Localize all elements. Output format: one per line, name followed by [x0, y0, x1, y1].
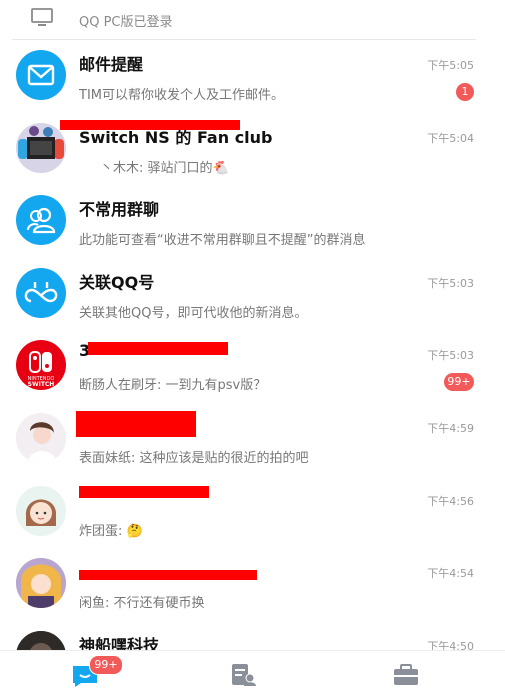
pc-status-text: QQ PC版已登录	[79, 15, 173, 30]
bottom-tab-bar: 99+	[0, 650, 505, 697]
contacts-icon	[232, 664, 256, 686]
messages-unread-badge: 99+	[89, 655, 123, 675]
conversation-title: 不常用群聊	[79, 200, 160, 220]
redaction-bar	[79, 570, 257, 581]
infinity-icon	[24, 281, 58, 302]
conversation-preview: 丶木木: 驿站门口的🐔	[100, 160, 229, 176]
conversation-list: 邮件提醒 下午5:05 TIM可以帮你收发个人及工作邮件。 1 Switch N…	[0, 40, 505, 693]
briefcase-icon	[394, 664, 418, 685]
conversation-item[interactable]: NINTENDO SWITCH 3 下午5:03 断肠人在刷牙: 一到九有psv…	[0, 330, 505, 403]
conversation-item[interactable]: Switch NS 的 Fan club 下午5:04 丶木木: 驿站门口的🐔	[0, 113, 505, 186]
conversation-item[interactable]: 不常用群聊 此功能可查看“收进不常用群聊且不提醒”的群消息	[0, 185, 505, 258]
conversation-preview: 表面妹纸: 这种应该是贴的很近的拍的吧	[79, 450, 309, 466]
conversation-preview: 炸团蛋: 🤔	[79, 523, 143, 539]
pc-login-status[interactable]: QQ PC版已登录	[12, 0, 476, 40]
conversation-time: 下午5:03	[427, 349, 474, 363]
conversation-title: 关联QQ号	[79, 272, 155, 292]
linked-qq-avatar	[16, 267, 66, 318]
svg-text:SWITCH: SWITCH	[28, 381, 55, 388]
conversation-item[interactable]: 下午4:54 闲鱼: 不行还有硬币换	[0, 548, 505, 621]
tab-contacts[interactable]	[230, 663, 258, 687]
mail-avatar	[16, 50, 66, 100]
conversation-item[interactable]: 下午4:59 表面妹纸: 这种应该是贴的很近的拍的吧	[0, 403, 505, 476]
conversation-item[interactable]: 邮件提醒 下午5:05 TIM可以帮你收发个人及工作邮件。 1	[0, 40, 505, 113]
unread-badge: 1	[456, 83, 474, 101]
group-avatar	[16, 122, 66, 173]
cartoon-girl-avatar	[16, 485, 66, 536]
conversation-time: 下午5:04	[427, 131, 474, 145]
tab-workspace[interactable]	[392, 663, 420, 687]
conversation-time: 下午4:56	[427, 494, 474, 508]
people-icon	[27, 208, 56, 234]
monitor-icon	[30, 8, 54, 28]
conversation-time: 下午5:03	[427, 276, 474, 290]
unread-badge: 99+	[444, 373, 474, 392]
conversation-title: 邮件提醒	[79, 55, 144, 74]
anime-avatar	[16, 412, 66, 463]
conversation-preview: 此功能可查看“收进不常用群聊且不提醒”的群消息	[79, 233, 366, 249]
uncommon-group-avatar	[16, 195, 66, 246]
conversation-time: 下午4:54	[427, 567, 474, 581]
conversation-preview: 闲鱼: 不行还有硬币换	[79, 596, 205, 612]
conversation-preview: TIM可以帮你收发个人及工作邮件。	[79, 88, 284, 103]
conversation-preview: 断肠人在刷牙: 一到九有psv版？	[79, 378, 267, 394]
redaction-bar	[88, 342, 228, 356]
conversation-time: 下午5:05	[427, 59, 474, 72]
mail-icon	[27, 64, 55, 86]
redaction-bar	[76, 410, 196, 437]
conversation-time: 下午4:59	[427, 421, 474, 435]
conversation-item[interactable]: 关联QQ号 下午5:03 关联其他QQ号，即可代收他的新消息。	[0, 258, 505, 331]
redaction-bar	[60, 119, 240, 130]
anime-avatar-2	[16, 558, 66, 609]
nintendo-switch-logo: NINTENDO SWITCH	[16, 340, 66, 391]
conversation-item[interactable]: 下午4:56 炸团蛋: 🤔	[0, 476, 505, 549]
redaction-bar	[79, 485, 209, 498]
conversation-preview: 关联其他QQ号，即可代收他的新消息。	[79, 305, 308, 321]
